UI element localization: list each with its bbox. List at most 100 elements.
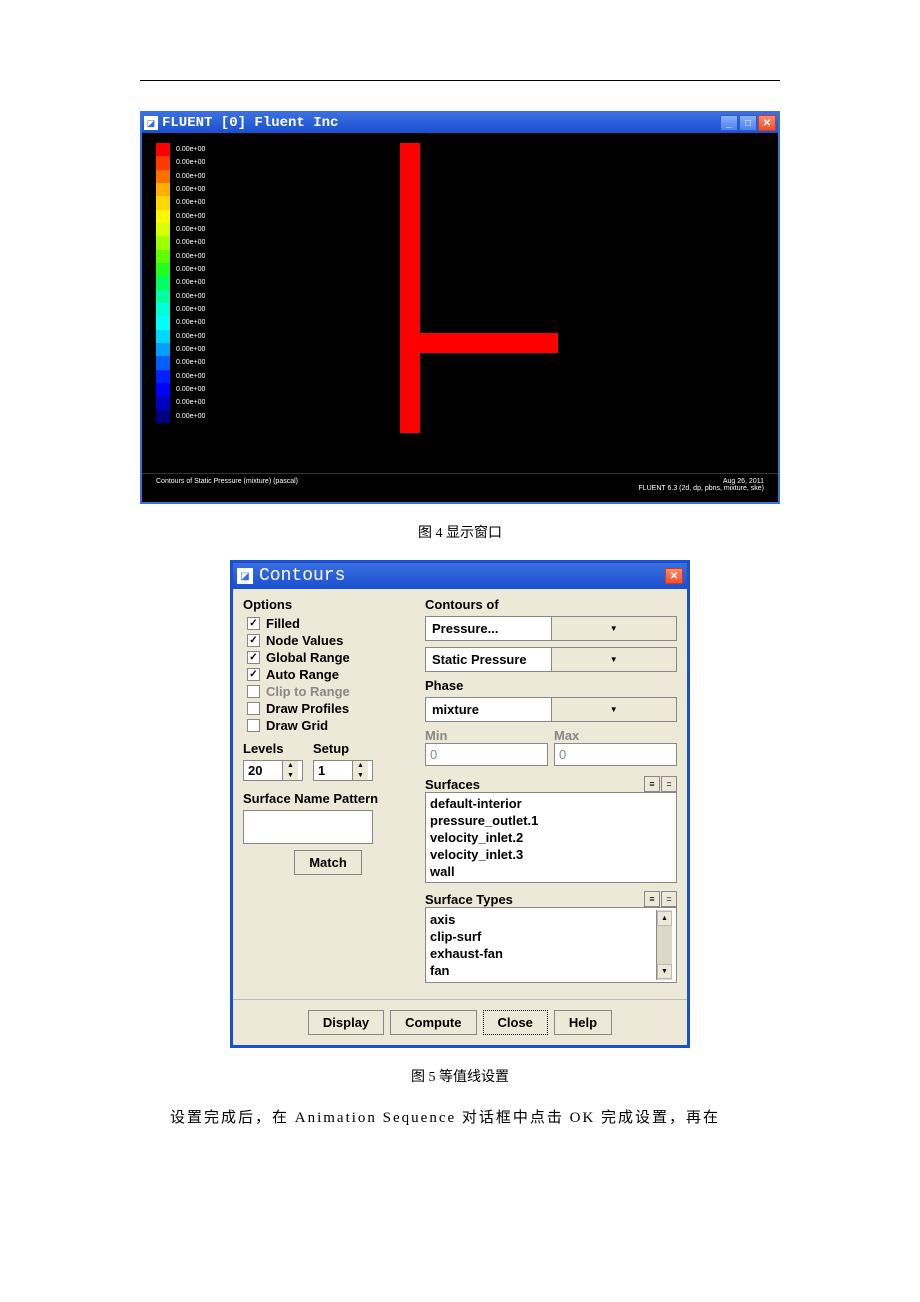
body-paragraph: 设置完成后，在 Animation Sequence 对话框中点击 OK 完成设… [140,1106,780,1127]
chevron-down-icon[interactable]: ▼ [551,698,677,721]
option-global-range[interactable]: ✓ Global Range [247,650,413,665]
display-button[interactable]: Display [308,1010,384,1035]
checkbox-icon[interactable] [247,719,260,732]
checkbox-icon[interactable]: ✓ [247,668,260,681]
list-item[interactable]: default-interior [430,795,672,812]
option-node-values[interactable]: ✓ Node Values [247,633,413,648]
scale-value: 0.00e+00 [176,330,205,343]
close-dialog-button[interactable]: Close [483,1010,548,1035]
geometry-horizontal [418,333,558,353]
option-draw-profiles[interactable]: Draw Profiles [247,701,413,716]
phase-label: Phase [425,678,677,693]
surface-types-label: Surface Types [425,892,643,907]
phase-select[interactable]: mixture ▼ [425,697,677,722]
surfaces-listbox[interactable]: default-interiorpressure_outlet.1velocit… [425,792,677,883]
option-clip-to-range: Clip to Range [247,684,413,699]
option-label: Draw Profiles [266,701,349,716]
scale-value: 0.00e+00 [176,290,205,303]
scale-value: 0.00e+00 [176,143,205,156]
option-label: Filled [266,616,300,631]
setup-label: Setup [313,741,373,756]
variable-select[interactable]: Static Pressure ▼ [425,647,677,672]
contours-close-button[interactable]: ✕ [665,568,683,584]
checkbox-icon[interactable]: ✓ [247,634,260,647]
option-label: Node Values [266,633,343,648]
checkbox-icon [247,685,260,698]
scale-value: 0.00e+00 [176,223,205,236]
match-button[interactable]: Match [294,850,362,875]
color-scale-bar [156,143,170,423]
setup-spinner[interactable]: ▲▼ [313,760,373,781]
checkbox-icon[interactable]: ✓ [247,651,260,664]
contours-dialog: ◪ Contours ✕ Options ✓ Filled ✓ Node Values… [230,560,690,1048]
scale-value: 0.00e+00 [176,396,205,409]
down-arrow-icon[interactable]: ▼ [283,771,298,781]
scroll-up-icon[interactable]: ▲ [657,911,672,926]
down-arrow-icon[interactable]: ▼ [353,771,368,781]
scale-value: 0.00e+00 [176,343,205,356]
scroll-down-icon[interactable]: ▼ [657,964,672,979]
scale-value: 0.00e+00 [176,170,205,183]
contours-of-label: Contours of [425,597,677,612]
footer-left-text: Contours of Static Pressure (mixture) (p… [156,478,298,492]
select-all-icon[interactable]: ≡ [644,776,660,792]
help-button[interactable]: Help [554,1010,612,1035]
select-all-icon[interactable]: ≡ [644,891,660,907]
levels-spinner[interactable]: ▲▼ [243,760,303,781]
plot-area: 0.00e+000.00e+000.00e+000.00e+000.00e+00… [142,133,778,473]
pattern-label: Surface Name Pattern [243,791,413,806]
up-arrow-icon[interactable]: ▲ [353,761,368,771]
option-label: Clip to Range [266,684,350,699]
deselect-all-icon[interactable]: = [661,776,677,792]
list-item[interactable]: velocity_inlet.3 [430,846,672,863]
checkbox-icon[interactable]: ✓ [247,617,260,630]
list-item[interactable]: velocity_inlet.2 [430,829,672,846]
window-title: FLUENT [0] Fluent Inc [162,115,720,131]
scale-value: 0.00e+00 [176,236,205,249]
list-item[interactable]: exhaust-fan [430,945,656,962]
min-input [425,743,548,766]
app-icon: ◪ [144,116,158,130]
chevron-down-icon[interactable]: ▼ [551,617,677,640]
scale-value: 0.00e+00 [176,356,205,369]
levels-input[interactable] [244,761,282,780]
list-item[interactable]: pressure_outlet.1 [430,812,672,829]
option-draw-grid[interactable]: Draw Grid [247,718,413,733]
checkbox-icon[interactable] [247,702,260,715]
deselect-all-icon[interactable]: = [661,891,677,907]
scale-value: 0.00e+00 [176,263,205,276]
list-item[interactable]: clip-surf [430,928,656,945]
list-item[interactable]: wall [430,863,672,880]
option-label: Draw Grid [266,718,328,733]
setup-input[interactable] [314,761,352,780]
up-arrow-icon[interactable]: ▲ [283,761,298,771]
figure5-caption: 图 5 等值线设置 [140,1066,780,1086]
pattern-input[interactable] [243,810,373,844]
scale-value: 0.00e+00 [176,210,205,223]
chevron-down-icon[interactable]: ▼ [551,648,677,671]
scale-value: 0.00e+00 [176,156,205,169]
contours-icon: ◪ [237,568,253,584]
compute-button[interactable]: Compute [390,1010,476,1035]
minimize-button[interactable]: _ [720,115,738,131]
option-label: Global Range [266,650,350,665]
list-item[interactable]: fan [430,962,656,979]
figure4-caption: 图 4 显示窗口 [140,522,780,542]
options-label: Options [243,597,413,612]
scale-value: 0.00e+00 [176,250,205,263]
max-label: Max [554,728,677,743]
scale-value: 0.00e+00 [176,316,205,329]
close-button[interactable]: ✕ [758,115,776,131]
variable-category-select[interactable]: Pressure... ▼ [425,616,677,641]
scale-value: 0.00e+00 [176,276,205,289]
scrollbar[interactable]: ▲ ▼ [656,910,672,980]
contours-titlebar: ◪ Contours ✕ [233,563,687,589]
scale-value: 0.00e+00 [176,370,205,383]
scale-value: 0.00e+00 [176,303,205,316]
list-item[interactable]: axis [430,911,656,928]
maximize-button[interactable]: □ [739,115,757,131]
option-filled[interactable]: ✓ Filled [247,616,413,631]
surface-types-listbox[interactable]: axisclip-surfexhaust-fanfan ▲ ▼ [425,907,677,983]
option-label: Auto Range [266,667,339,682]
option-auto-range[interactable]: ✓ Auto Range [247,667,413,682]
